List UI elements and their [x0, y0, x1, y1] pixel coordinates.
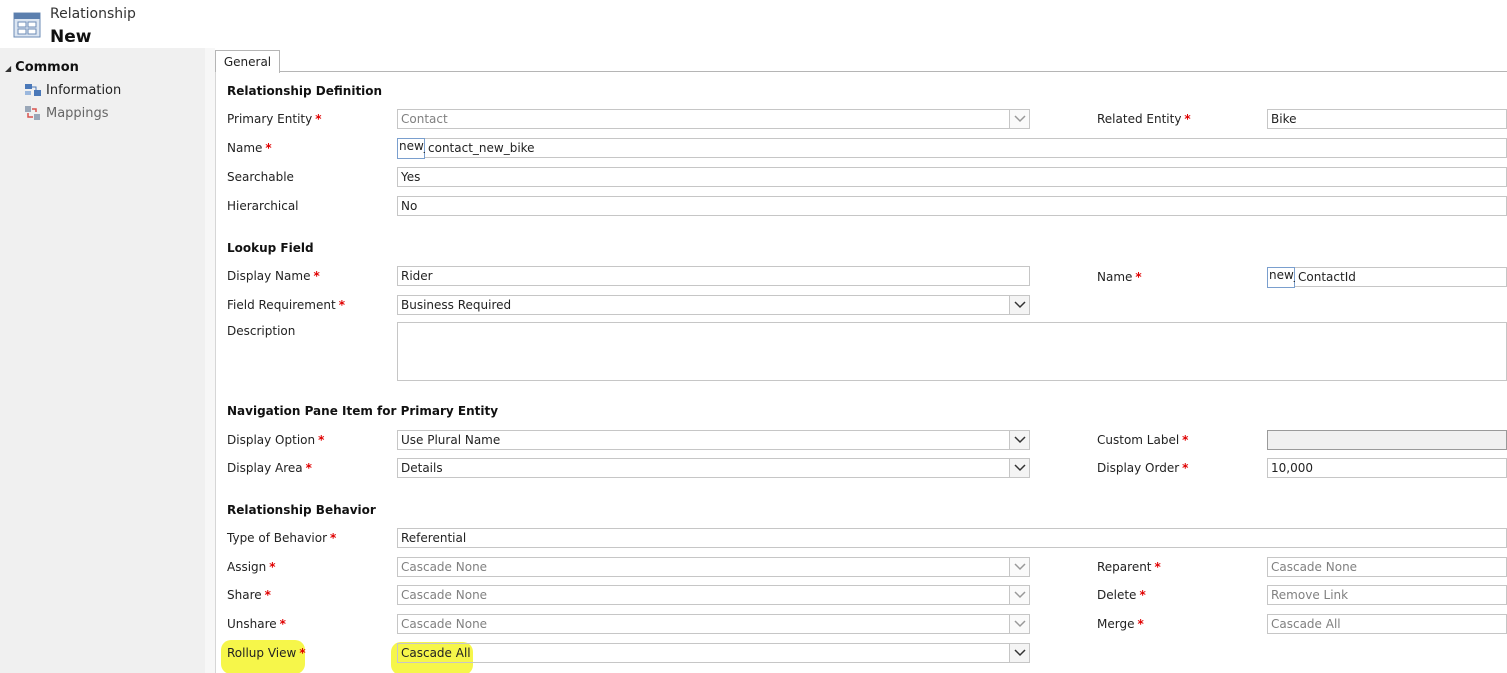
related-entity-select[interactable]: Bike: [1267, 109, 1507, 129]
custom-label-input[interactable]: [1267, 430, 1507, 450]
display-option-label: Display Option *: [227, 433, 325, 447]
name-label: Name *: [227, 141, 272, 155]
assign-label: Assign *: [227, 560, 276, 574]
unshare-select[interactable]: Cascade None: [397, 614, 1030, 634]
share-select[interactable]: Cascade None: [397, 585, 1030, 605]
share-label: Share *: [227, 588, 271, 602]
display-option-select[interactable]: Use Plural Name: [397, 430, 1030, 450]
type-of-behavior-label: Type of Behavior *: [227, 531, 337, 545]
form-header: Relationship New: [0, 0, 1507, 48]
tab-general[interactable]: General: [215, 50, 280, 73]
related-entity-label: Related Entity *: [1097, 112, 1191, 126]
merge-select[interactable]: Cascade All: [1267, 614, 1507, 634]
nav-item-mappings[interactable]: Mappings: [24, 103, 109, 123]
dropdown-arrow-icon[interactable]: [1009, 459, 1029, 477]
share-value: Cascade None: [401, 588, 488, 602]
lookup-name-prefix: new_: [1267, 267, 1300, 288]
primary-entity-label: Primary Entity *: [227, 112, 322, 126]
unshare-label: Unshare *: [227, 617, 286, 631]
reparent-select[interactable]: Cascade None: [1267, 557, 1507, 577]
section-navigation-pane: Navigation Pane Item for Primary Entity: [227, 404, 499, 418]
section-relationship-definition: Relationship Definition: [227, 84, 383, 98]
merge-label: Merge *: [1097, 617, 1144, 631]
dropdown-arrow-icon[interactable]: [1009, 586, 1029, 604]
type-of-behavior-select[interactable]: Referential: [397, 528, 1507, 548]
lookup-name-label: Name *: [1097, 270, 1142, 284]
delete-label: Delete *: [1097, 588, 1146, 602]
lookup-name-input[interactable]: ContactId: [1295, 267, 1507, 287]
rollup-view-value: Cascade All: [401, 646, 471, 660]
field-requirement-label: Field Requirement *: [227, 298, 345, 312]
relationship-entity-icon: [13, 12, 41, 38]
display-order-input[interactable]: 10,000: [1267, 458, 1507, 478]
dropdown-arrow-icon[interactable]: [1009, 558, 1029, 576]
dropdown-arrow-icon[interactable]: [1009, 644, 1029, 662]
mappings-icon: [25, 106, 40, 120]
dropdown-arrow-icon[interactable]: [1009, 296, 1029, 314]
nav-group-label: Common: [15, 60, 79, 75]
pane-splitter: [205, 48, 215, 673]
page-title: New: [50, 27, 92, 47]
display-name-input[interactable]: Rider: [397, 266, 1030, 286]
field-requirement-select[interactable]: Business Required: [397, 295, 1030, 315]
form-body: General Relationship Definition Primary …: [215, 48, 1507, 673]
nav-item-label: Information: [46, 82, 122, 98]
display-name-label: Display Name *: [227, 269, 320, 283]
display-area-select[interactable]: Details: [397, 458, 1030, 478]
primary-entity-select[interactable]: Contact: [397, 109, 1030, 129]
dropdown-arrow-icon[interactable]: [1009, 615, 1029, 633]
hierarchical-label: Hierarchical: [227, 199, 299, 213]
section-relationship-behavior: Relationship Behavior: [227, 503, 376, 517]
description-textarea[interactable]: [397, 322, 1507, 381]
dropdown-arrow-icon[interactable]: [1009, 431, 1029, 449]
rollup-view-label: Rollup View *: [227, 646, 306, 660]
section-lookup-field: Lookup Field: [227, 241, 314, 255]
description-label: Description: [227, 324, 296, 338]
nav-item-label: Mappings: [46, 105, 109, 121]
display-order-label: Display Order *: [1097, 461, 1189, 475]
nav-item-information[interactable]: Information: [24, 80, 121, 100]
rollup-view-select[interactable]: Cascade All: [397, 643, 1030, 663]
tab-divider: [280, 71, 1507, 72]
information-icon: [25, 84, 41, 96]
searchable-label: Searchable: [227, 170, 294, 184]
form-left-border: [215, 72, 216, 673]
display-area-value: Details: [401, 461, 443, 475]
primary-entity-value: Contact: [401, 112, 448, 126]
display-area-label: Display Area *: [227, 461, 312, 475]
name-input[interactable]: contact_new_bike: [425, 138, 1507, 158]
delete-select[interactable]: Remove Link: [1267, 585, 1507, 605]
assign-value: Cascade None: [401, 560, 488, 574]
name-prefix: new_: [397, 138, 430, 159]
unshare-value: Cascade None: [401, 617, 488, 631]
collapse-triangle-icon: ◢: [5, 64, 12, 73]
assign-select[interactable]: Cascade None: [397, 557, 1030, 577]
reparent-label: Reparent *: [1097, 560, 1161, 574]
entity-name: Relationship: [50, 6, 136, 22]
hierarchical-select[interactable]: No: [397, 196, 1507, 216]
left-navigation: ◢ Common Information Mappings: [0, 48, 205, 673]
display-option-value: Use Plural Name: [401, 433, 501, 447]
field-requirement-value: Business Required: [401, 298, 512, 312]
searchable-select[interactable]: Yes: [397, 167, 1507, 187]
dropdown-arrow-icon[interactable]: [1009, 110, 1029, 128]
nav-group-common[interactable]: ◢ Common: [5, 60, 79, 75]
custom-label-label: Custom Label *: [1097, 433, 1189, 447]
